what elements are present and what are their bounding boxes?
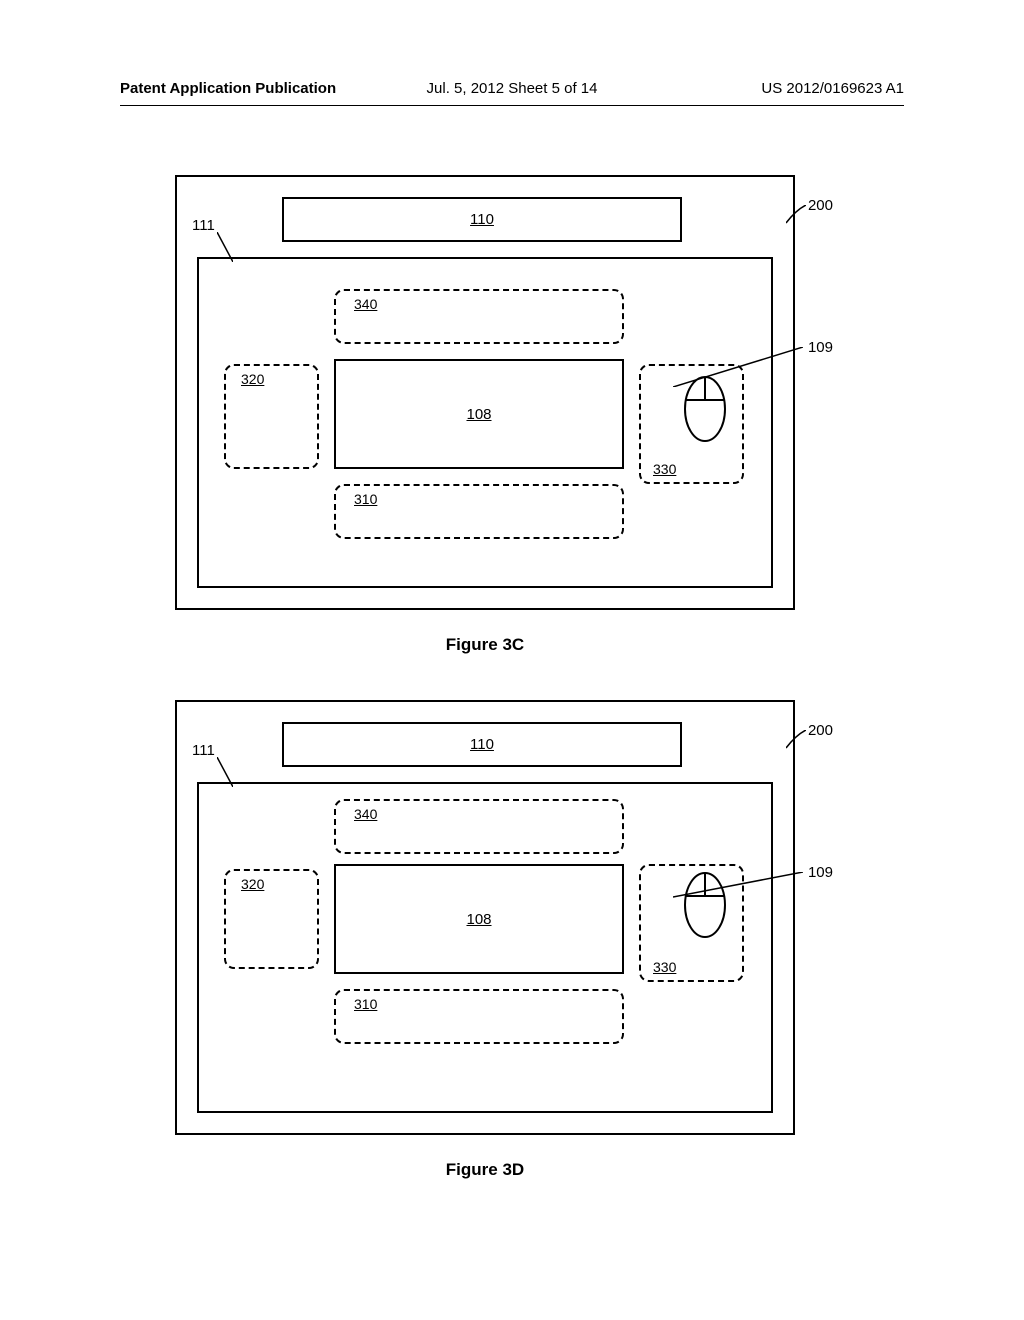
header-divider (120, 105, 904, 106)
outer-box-200-d: 110 111 200 109 340 320 108 330 (175, 700, 795, 1135)
ref-110: 110 (470, 211, 494, 228)
ref-110-d: 110 (470, 736, 494, 753)
box-330: 330 (639, 364, 744, 484)
ref-310: 310 (354, 491, 377, 507)
mouse-icon-d (681, 870, 729, 940)
ref-320: 320 (241, 371, 264, 387)
figure-3c-caption: Figure 3C (175, 635, 795, 655)
box-108-d: 108 (334, 864, 624, 974)
figure-3c: 110 111 200 109 340 320 108 330 (175, 175, 795, 655)
ref-108-d: 108 (466, 911, 491, 928)
label-109: 109 (808, 339, 833, 356)
label-111: 111 (192, 217, 215, 234)
ref-320-d: 320 (241, 876, 264, 892)
ref-330: 330 (653, 461, 676, 477)
leader-line-200 (786, 205, 806, 225)
mouse-icon (681, 374, 729, 444)
leader-line-200-d (786, 730, 806, 750)
box-108: 108 (334, 359, 624, 469)
inner-frame-111: 340 320 108 330 310 (197, 257, 773, 588)
ref-108: 108 (466, 406, 491, 423)
box-110-d: 110 (282, 722, 682, 767)
ref-330-d: 330 (653, 959, 676, 975)
figure-3d: 110 111 200 109 340 320 108 330 (175, 700, 795, 1180)
header-date-sheet: Jul. 5, 2012 Sheet 5 of 14 (427, 80, 598, 97)
box-320: 320 (224, 364, 319, 469)
header-publication-type: Patent Application Publication (120, 80, 336, 97)
outer-box-200: 110 111 200 109 340 320 108 330 (175, 175, 795, 610)
box-340: 340 (334, 289, 624, 344)
ref-340-d: 340 (354, 806, 377, 822)
label-200-d: 200 (808, 722, 833, 739)
box-320-d: 320 (224, 869, 319, 969)
label-109-d: 109 (808, 864, 833, 881)
page-header: Patent Application Publication Jul. 5, 2… (120, 80, 904, 97)
box-310: 310 (334, 484, 624, 539)
header-publication-number: US 2012/0169623 A1 (761, 80, 904, 97)
label-200: 200 (808, 197, 833, 214)
box-110: 110 (282, 197, 682, 242)
box-330-d: 330 (639, 864, 744, 982)
figure-3d-caption: Figure 3D (175, 1160, 795, 1180)
label-111-d: 111 (192, 742, 215, 759)
box-310-d: 310 (334, 989, 624, 1044)
box-340-d: 340 (334, 799, 624, 854)
inner-frame-111-d: 340 320 108 330 310 (197, 782, 773, 1113)
ref-340: 340 (354, 296, 377, 312)
ref-310-d: 310 (354, 996, 377, 1012)
